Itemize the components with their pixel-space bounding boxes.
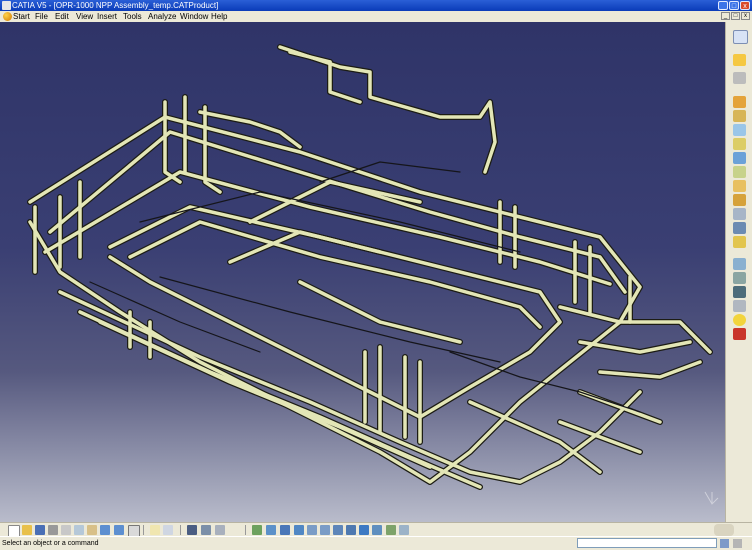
command-input[interactable] xyxy=(577,538,717,548)
menu-help[interactable]: Help xyxy=(211,11,227,22)
doc-minimize-button[interactable]: _ xyxy=(721,12,730,20)
3d-viewport[interactable] xyxy=(0,22,725,522)
paste-icon[interactable] xyxy=(87,525,97,535)
comment-icon[interactable] xyxy=(163,525,173,535)
render-style-icon[interactable] xyxy=(372,525,382,535)
cut-icon[interactable] xyxy=(61,525,71,535)
select-icon[interactable] xyxy=(733,54,746,66)
iso-view-icon[interactable] xyxy=(359,525,369,535)
formula-icon[interactable] xyxy=(150,525,160,535)
zoom-in-icon[interactable] xyxy=(307,525,317,535)
save-icon[interactable] xyxy=(35,525,45,535)
bottom-toolbar xyxy=(0,522,752,537)
catalog-icon[interactable] xyxy=(187,525,197,535)
menu-start[interactable]: Start xyxy=(13,11,30,22)
fly-icon[interactable] xyxy=(733,72,746,84)
product-structure-icon[interactable] xyxy=(733,96,746,108)
section-icon[interactable] xyxy=(733,300,746,312)
menu-window[interactable]: Window xyxy=(180,11,208,22)
snap-icon[interactable] xyxy=(733,222,746,234)
zoom-out-icon[interactable] xyxy=(320,525,330,535)
rotate-icon[interactable] xyxy=(294,525,304,535)
right-toolbar xyxy=(725,22,752,522)
copy-icon[interactable] xyxy=(74,525,84,535)
window-title: CATIA V5 - [OPR-1000 NPP Assembly_temp.C… xyxy=(12,1,219,10)
axis-compass[interactable] xyxy=(704,491,719,505)
normal-view-icon[interactable] xyxy=(333,525,343,535)
swap-visible-icon[interactable] xyxy=(399,525,409,535)
graph-tree-icon[interactable] xyxy=(733,166,746,178)
generate-numbering-icon[interactable] xyxy=(733,180,746,192)
command-stop-icon[interactable] xyxy=(720,539,729,548)
open-icon[interactable] xyxy=(22,525,32,535)
replace-component-icon[interactable] xyxy=(733,152,746,164)
multi-view-icon[interactable] xyxy=(346,525,356,535)
sketcher-icon[interactable] xyxy=(201,525,211,535)
menu-tools[interactable]: Tools xyxy=(123,11,142,22)
menu-analyze[interactable]: Analyze xyxy=(148,11,176,22)
existing-component-icon[interactable] xyxy=(733,138,746,150)
catia-logo-icon xyxy=(714,524,734,536)
command-repeat-icon[interactable] xyxy=(733,539,742,548)
redo-icon[interactable] xyxy=(114,525,124,535)
light-icon[interactable] xyxy=(733,314,746,326)
menu-edit[interactable]: Edit xyxy=(55,11,69,22)
catia-app-icon[interactable] xyxy=(2,1,11,10)
component-icon[interactable] xyxy=(733,110,746,122)
pan-icon[interactable] xyxy=(280,525,290,535)
compass-icon[interactable] xyxy=(733,30,748,44)
doc-close-button[interactable]: x xyxy=(741,12,750,20)
window-controls: _ □ x xyxy=(718,1,750,10)
hide-show-icon[interactable] xyxy=(386,525,396,535)
measure-icon[interactable] xyxy=(733,286,746,298)
menu-bar: Start File Edit View Insert Tools Analyz… xyxy=(0,11,752,22)
maximize-button[interactable]: □ xyxy=(729,1,739,10)
toolbar-separator xyxy=(143,525,144,535)
delete-icon[interactable] xyxy=(733,328,746,340)
minimize-button[interactable]: _ xyxy=(718,1,728,10)
constraint-icon[interactable] xyxy=(733,208,746,220)
title-bar: CATIA V5 - [OPR-1000 NPP Assembly_temp.C… xyxy=(0,0,752,11)
status-bar: Select an object or a command xyxy=(0,536,752,550)
close-button[interactable]: x xyxy=(740,1,750,10)
doc-restore-button[interactable]: □ xyxy=(731,12,740,20)
clash-icon[interactable] xyxy=(733,272,746,284)
toolbar-separator xyxy=(180,525,181,535)
part-design-icon[interactable] xyxy=(215,525,225,535)
status-message: Select an object or a command xyxy=(2,540,99,547)
document-controls: _ □ x xyxy=(721,12,750,20)
toolbar-separator xyxy=(245,525,246,535)
manipulate-icon[interactable] xyxy=(733,236,746,248)
undo-icon[interactable] xyxy=(100,525,110,535)
fly-mode-icon[interactable] xyxy=(252,525,262,535)
menu-insert[interactable]: Insert xyxy=(97,11,117,22)
print-icon[interactable] xyxy=(48,525,58,535)
fit-all-icon[interactable] xyxy=(266,525,276,535)
bill-of-material-icon[interactable] xyxy=(733,194,746,206)
part-icon[interactable] xyxy=(733,124,746,136)
menu-file[interactable]: File xyxy=(35,11,48,22)
start-icon[interactable] xyxy=(3,12,12,21)
piping-assembly-model[interactable] xyxy=(0,22,725,522)
explode-icon[interactable] xyxy=(733,258,746,270)
menu-view[interactable]: View xyxy=(76,11,93,22)
